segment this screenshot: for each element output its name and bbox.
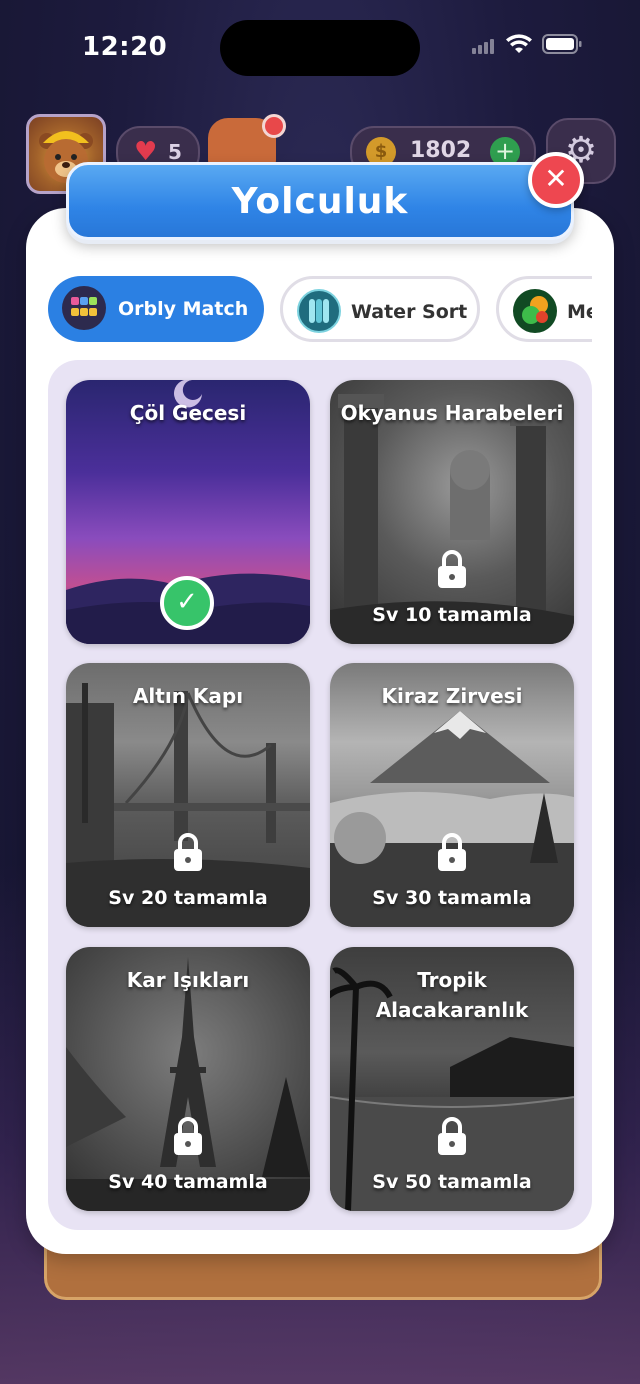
water-sort-icon — [297, 289, 341, 333]
battery-icon — [542, 34, 582, 54]
lives-count: 5 — [168, 140, 182, 164]
completed-check-icon: ✓ — [160, 576, 214, 630]
unlock-requirement: Sv 40 tamamla — [108, 1171, 268, 1193]
lock-icon — [438, 1117, 466, 1155]
card-title: Çöl Gecesi — [129, 401, 247, 425]
modal-header: Yolculuk — [66, 162, 574, 240]
cellular-signal-icon — [472, 35, 496, 54]
dynamic-island — [220, 20, 420, 76]
orbly-match-icon — [62, 286, 106, 330]
tab-me[interactable]: Me — [496, 276, 592, 342]
tab-water-sort[interactable]: Water Sort — [280, 276, 480, 342]
journey-card[interactable]: Okyanus Harabeleri Sv 10 tamamla — [330, 380, 574, 644]
tab-label: Water Sort — [351, 301, 468, 323]
card-title: Kiraz Zirvesi — [381, 684, 523, 708]
tab-label: Me — [567, 301, 592, 323]
unlock-requirement: Sv 20 tamamla — [108, 887, 268, 909]
tab-label: Orbly Match — [118, 298, 249, 320]
unlock-requirement: Sv 50 tamamla — [372, 1171, 532, 1193]
journey-card[interactable]: Kar Işıkları Sv 40 tamamla — [66, 947, 310, 1211]
game-tabs: Orbly Match Water Sort Me — [48, 274, 592, 346]
card-title: Tropik Alacakaranlık — [375, 968, 529, 1022]
coins-count: 1802 — [410, 138, 472, 163]
lock-icon — [438, 550, 466, 588]
status-bar: 12:20 — [0, 0, 640, 96]
card-title: Kar Işıkları — [126, 968, 250, 992]
journey-card[interactable]: Kiraz Zirvesi Sv 30 tamamla — [330, 663, 574, 927]
card-title: Okyanus Harabeleri — [340, 401, 564, 425]
journey-card[interactable]: Tropik Alacakaranlık Sv 50 tamamla — [330, 947, 574, 1211]
notification-badge — [262, 114, 286, 138]
unlock-requirement: Sv 10 tamamla — [372, 604, 532, 626]
wifi-icon — [506, 34, 532, 54]
close-icon: ✕ — [544, 162, 568, 195]
tab-orbly-match[interactable]: Orbly Match — [48, 276, 264, 342]
status-icons — [472, 34, 582, 54]
lock-icon — [174, 1117, 202, 1155]
journey-card[interactable]: Altın Kapı Sv 20 tamamla — [66, 663, 310, 927]
lock-icon — [438, 833, 466, 871]
unlock-requirement: Sv 30 tamamla — [372, 887, 532, 909]
lock-icon — [174, 833, 202, 871]
card-title: Altın Kapı — [132, 684, 244, 708]
journey-card[interactable]: Çöl Gecesi ✓ — [66, 380, 310, 644]
status-time: 12:20 — [82, 32, 168, 62]
orbs-game-icon — [513, 289, 557, 333]
modal-title: Yolculuk — [231, 181, 409, 222]
close-button[interactable]: ✕ — [528, 152, 584, 208]
